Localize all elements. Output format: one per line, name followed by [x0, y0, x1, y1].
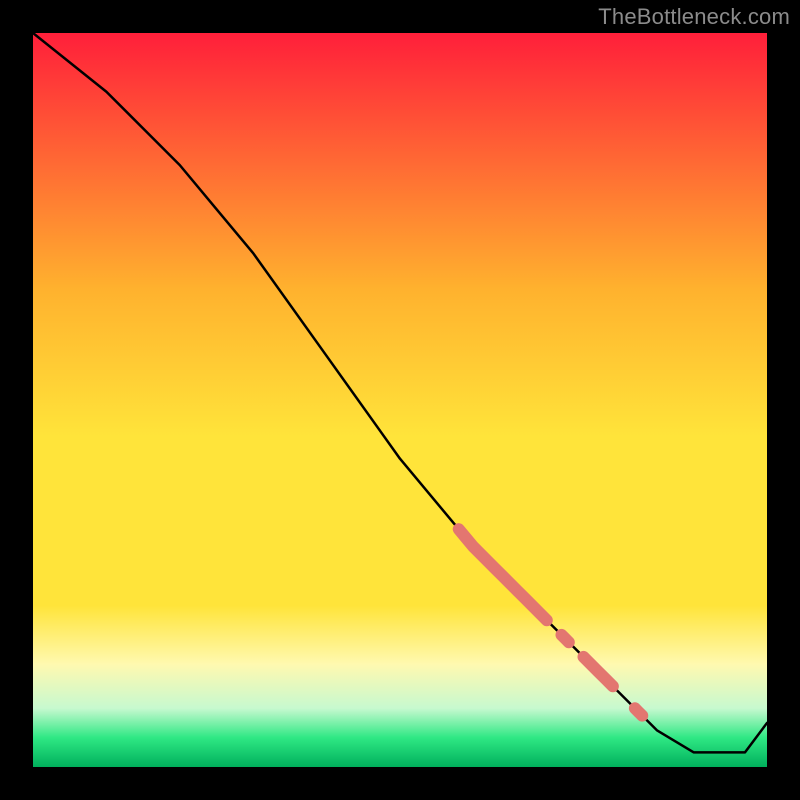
chart-container: TheBottleneck.com: [0, 0, 800, 800]
highlight-segment: [635, 708, 642, 715]
highlight-segment: [561, 635, 568, 642]
attribution-label: TheBottleneck.com: [598, 4, 790, 30]
plot-svg: [33, 33, 767, 767]
plot-area: [33, 33, 767, 767]
gradient-background: [33, 33, 767, 767]
